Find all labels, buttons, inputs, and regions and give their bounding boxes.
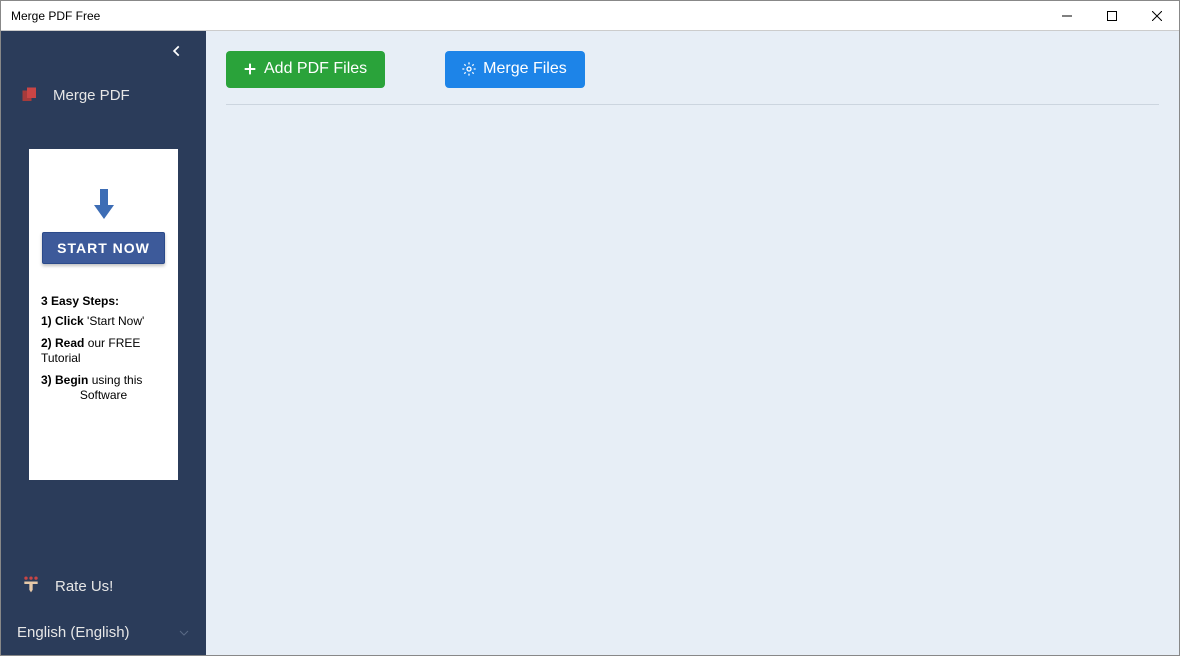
merge-files-button[interactable]: Merge Files — [445, 51, 585, 88]
steps-title: 3 Easy Steps: — [41, 294, 166, 308]
sidebar-item-merge-pdf[interactable]: Merge PDF — [1, 71, 206, 119]
minimize-icon — [1062, 11, 1072, 21]
language-selector[interactable]: English (English) — [1, 610, 206, 655]
chevron-down-icon — [178, 627, 190, 639]
close-icon — [1152, 11, 1162, 21]
chevron-left-icon — [170, 44, 184, 58]
add-pdf-files-label: Add PDF Files — [264, 60, 367, 78]
maximize-button[interactable] — [1089, 1, 1134, 30]
close-button[interactable] — [1134, 1, 1179, 30]
start-now-button[interactable]: START NOW — [42, 232, 165, 264]
rate-us-label: Rate Us! — [55, 578, 113, 595]
promo-steps: 3 Easy Steps: 1) Click 'Start Now' 2) Re… — [39, 294, 168, 410]
rate-icon — [21, 574, 41, 599]
step-2: 2) Read our FREE Tutorial — [41, 336, 166, 367]
arrow-down-icon — [92, 187, 116, 228]
maximize-icon — [1107, 11, 1117, 21]
content: Merge PDF START NOW 3 Easy Steps: 1) Cli… — [1, 31, 1179, 655]
sidebar-item-rate-us[interactable]: Rate Us! — [1, 562, 206, 610]
promo-card: START NOW 3 Easy Steps: 1) Click 'Start … — [29, 149, 178, 480]
window-title: Merge PDF Free — [11, 9, 100, 23]
sidebar: Merge PDF START NOW 3 Easy Steps: 1) Cli… — [1, 31, 206, 655]
sidebar-collapse-button[interactable] — [1, 31, 206, 71]
toolbar: Add PDF Files Merge Files — [226, 51, 1159, 105]
minimize-button[interactable] — [1044, 1, 1089, 30]
language-label: English (English) — [17, 624, 130, 641]
titlebar: Merge PDF Free — [1, 1, 1179, 31]
step-1: 1) Click 'Start Now' — [41, 314, 166, 330]
add-pdf-files-button[interactable]: Add PDF Files — [226, 51, 385, 88]
merge-files-label: Merge Files — [483, 60, 567, 78]
window-controls — [1044, 1, 1179, 30]
sidebar-item-label: Merge PDF — [53, 87, 130, 104]
main-area: Add PDF Files Merge Files — [206, 31, 1179, 655]
merge-icon — [21, 86, 39, 104]
gear-icon — [461, 61, 477, 77]
plus-icon — [242, 61, 258, 77]
step-3: 3) Begin using this Software — [41, 373, 166, 404]
